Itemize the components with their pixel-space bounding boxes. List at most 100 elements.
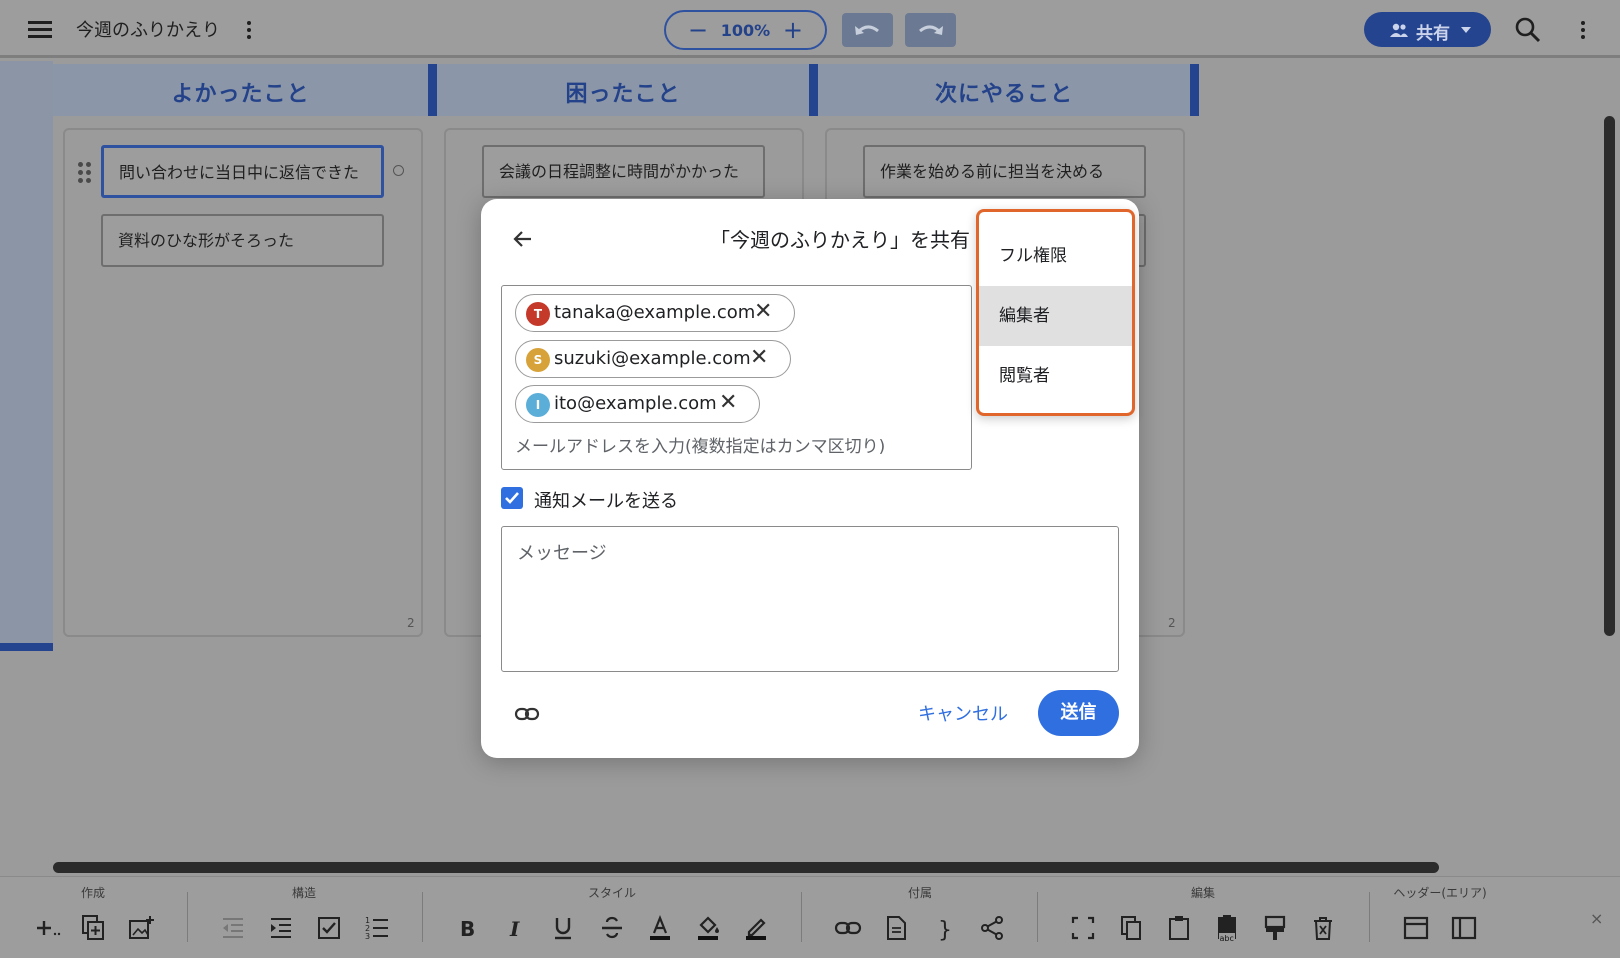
paste-format-icon[interactable] xyxy=(1260,913,1290,943)
recipient-chip[interactable]: I ito@example.com ✕ xyxy=(515,385,760,423)
svg-text:B: B xyxy=(460,917,475,941)
caret-down-icon xyxy=(1461,27,1471,33)
toolbar-divider xyxy=(801,892,802,942)
vertical-scrollbar[interactable] xyxy=(1604,116,1615,636)
svg-text:3: 3 xyxy=(365,932,370,941)
back-arrow-icon[interactable] xyxy=(510,226,536,252)
role-dropdown: フル権限 編集者 閲覧者 xyxy=(976,209,1135,416)
outdent-icon[interactable] xyxy=(218,913,248,943)
toolbar-group-style-label: スタイル xyxy=(587,886,636,900)
search-icon[interactable] xyxy=(1514,16,1542,44)
left-panel-strip xyxy=(0,61,53,651)
toolbar-group-structure-label: 構造 xyxy=(291,886,316,900)
share-button-label: 共有 xyxy=(1416,24,1450,44)
numbered-list-icon[interactable]: 123 xyxy=(362,913,392,943)
role-option-viewer[interactable]: 閲覧者 xyxy=(979,346,1132,406)
checkbox-list-icon[interactable] xyxy=(314,913,344,943)
remove-recipient-icon[interactable]: ✕ xyxy=(754,299,772,324)
check-icon xyxy=(505,492,519,504)
cancel-button[interactable]: キャンセル xyxy=(918,700,1008,726)
duplicate-icon[interactable] xyxy=(79,913,109,943)
text-color-icon[interactable] xyxy=(645,913,675,943)
toolbar-close-icon[interactable]: × xyxy=(1590,909,1603,928)
notify-label[interactable]: 通知メールを送る xyxy=(534,487,678,513)
dialog-title: 「今週のふりかえり」を共有 xyxy=(710,228,970,252)
recipient-chip[interactable]: S suzuki@example.com ✕ xyxy=(515,340,791,378)
add-image-icon[interactable] xyxy=(126,913,156,943)
toolbar-divider xyxy=(1037,892,1038,942)
header-area-top-icon[interactable] xyxy=(1401,913,1431,943)
horizontal-scrollbar[interactable] xyxy=(53,862,1439,873)
toolbar-divider xyxy=(422,892,423,942)
drag-handle-icon[interactable] xyxy=(78,162,92,184)
toolbar-group-create-label: 作成 xyxy=(80,886,105,900)
connect-icon[interactable] xyxy=(977,913,1007,943)
hamburger-menu-icon[interactable] xyxy=(26,17,54,41)
title-more-icon[interactable] xyxy=(239,18,259,42)
zoom-in-button[interactable]: + xyxy=(783,12,803,48)
column-header-next[interactable]: 次にやること xyxy=(818,64,1190,116)
paste-text-icon[interactable]: abc xyxy=(1212,913,1242,943)
column-header-good[interactable]: よかったこと xyxy=(53,64,428,116)
card[interactable]: 作業を始める前に担当を決める xyxy=(863,145,1146,198)
indent-icon[interactable] xyxy=(266,913,296,943)
role-option-editor[interactable]: 編集者 xyxy=(979,286,1132,346)
svg-text:I: I xyxy=(509,917,520,941)
card-connector-handle[interactable] xyxy=(393,165,404,176)
avatar: S xyxy=(526,348,550,372)
fill-color-icon[interactable] xyxy=(693,913,723,943)
send-button[interactable]: 送信 xyxy=(1038,690,1119,736)
card-count: 2 xyxy=(407,616,415,630)
toolbar-group-attach-label: 付属 xyxy=(907,886,932,900)
italic-icon[interactable]: I xyxy=(500,913,530,943)
share-button[interactable]: 共有 xyxy=(1364,12,1491,47)
people-icon xyxy=(1390,23,1408,37)
copy-link-icon[interactable] xyxy=(513,700,541,728)
column-header-problems[interactable]: 困ったこと xyxy=(437,64,809,116)
column-body-good xyxy=(63,128,423,637)
zoom-control: − 100% + xyxy=(664,10,827,50)
message-field[interactable] xyxy=(501,526,1119,672)
toolbar-group-header-label: ヘッダー(エリア) xyxy=(1393,886,1487,900)
document-title[interactable]: 今週のふりかえり xyxy=(76,16,220,42)
remove-recipient-icon[interactable]: ✕ xyxy=(750,345,768,370)
underline-icon[interactable] xyxy=(548,913,578,943)
redo-icon xyxy=(919,25,943,35)
column-divider xyxy=(809,64,818,116)
recipient-email: tanaka@example.com xyxy=(554,302,756,323)
link-icon[interactable] xyxy=(833,913,863,943)
notify-checkbox[interactable] xyxy=(501,487,523,509)
strikethrough-icon[interactable] xyxy=(597,913,627,943)
copy-icon[interactable] xyxy=(1116,913,1146,943)
undo-icon xyxy=(855,25,879,35)
header-area-left-icon[interactable] xyxy=(1449,913,1479,943)
toolbar-group-edit-label: 編集 xyxy=(1190,886,1215,900)
recipient-email: suzuki@example.com xyxy=(554,348,751,369)
more-options-icon[interactable] xyxy=(1573,18,1593,42)
card[interactable]: 問い合わせに当日中に返信できた xyxy=(101,145,384,198)
bold-icon[interactable]: B xyxy=(452,913,482,943)
add-item-icon[interactable] xyxy=(33,913,63,943)
card-count: 2 xyxy=(1168,616,1176,630)
remove-recipient-icon[interactable]: ✕ xyxy=(719,390,737,415)
avatar: T xyxy=(526,302,550,326)
role-option-full[interactable]: フル権限 xyxy=(979,226,1132,286)
toolbar-divider xyxy=(187,892,188,942)
undo-button[interactable] xyxy=(842,13,893,47)
toolbar-divider xyxy=(1369,892,1370,942)
card[interactable]: 資料のひな形がそろった xyxy=(101,214,384,267)
column-divider xyxy=(428,64,437,116)
avatar: I xyxy=(526,393,550,417)
card[interactable]: 会議の日程調整に時間がかかった xyxy=(482,145,765,198)
column-divider xyxy=(1190,64,1199,116)
border-color-icon[interactable] xyxy=(741,913,771,943)
delete-icon[interactable] xyxy=(1308,913,1338,943)
brace-icon[interactable]: } xyxy=(929,913,959,943)
select-all-icon[interactable] xyxy=(1068,913,1098,943)
email-input[interactable] xyxy=(515,434,965,460)
paste-icon[interactable] xyxy=(1164,913,1194,943)
redo-button[interactable] xyxy=(905,13,956,47)
note-icon[interactable] xyxy=(881,913,911,943)
svg-text:abc: abc xyxy=(1220,934,1234,943)
recipient-chip[interactable]: T tanaka@example.com ✕ xyxy=(515,294,795,332)
